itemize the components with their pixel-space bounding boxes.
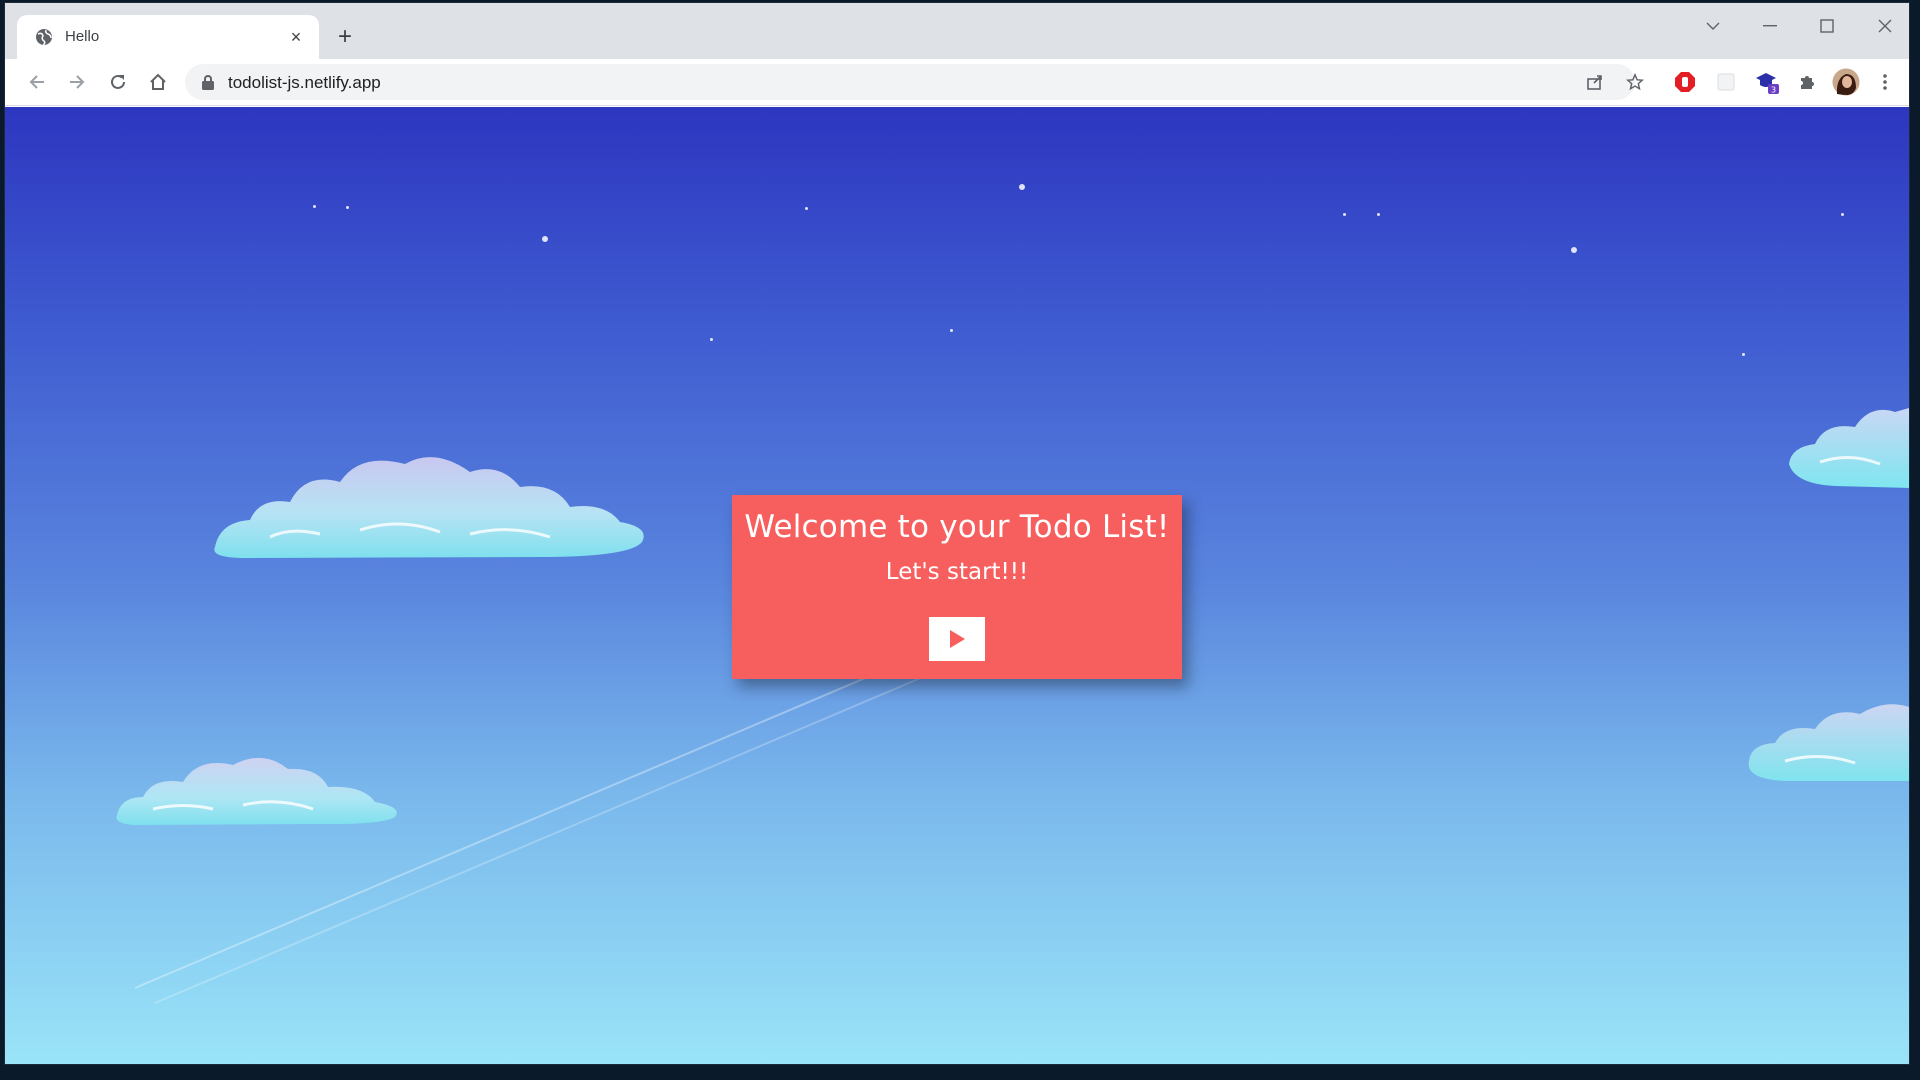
star [1019,184,1025,190]
globe-icon [36,29,52,46]
contrail-line [154,658,966,1004]
browser-menu-icon[interactable] [1870,67,1900,97]
tab-title: Hello [65,28,100,45]
star [542,236,548,242]
minimize-icon[interactable] [1750,11,1790,41]
address-bar[interactable]: todolist-js.netlify.app [185,64,1635,100]
extension-badge: 3 [1771,86,1776,95]
browser-window: Hello × + todolist-js.netlify.app 3 Welc… [5,3,1909,1064]
welcome-card: Welcome to your Todo List! Let's start!!… [732,495,1182,679]
close-window-icon[interactable] [1865,11,1905,41]
tab-hello[interactable]: Hello × [17,15,319,59]
browser-toolbar: todolist-js.netlify.app 3 [5,59,1909,106]
star [1571,247,1577,253]
bookmark-star-icon[interactable] [1620,67,1650,97]
maximize-icon[interactable] [1807,11,1847,41]
star [710,338,713,341]
welcome-subheading: Let's start!!! [885,559,1029,585]
play-icon [950,630,965,648]
welcome-heading: Welcome to your Todo List! [744,509,1170,545]
home-icon[interactable] [143,67,173,97]
star [1742,353,1745,356]
adblock-extension-icon[interactable] [1670,67,1700,97]
cloud [1748,704,1909,781]
tab-close-icon[interactable]: × [283,24,309,50]
graduation-extension-icon[interactable]: 3 [1752,67,1782,97]
back-icon[interactable] [22,67,52,97]
new-tab-button[interactable]: + [329,21,361,53]
profile-avatar[interactable] [1831,67,1861,97]
forward-icon[interactable] [62,67,92,97]
lock-icon [202,75,214,90]
star [1377,213,1380,216]
blank-extension-icon[interactable] [1711,67,1741,97]
url-text: todolist-js.netlify.app [228,73,381,92]
cloud [214,457,644,558]
start-button[interactable] [929,617,985,661]
star [346,206,349,209]
star [1841,213,1844,216]
reload-icon[interactable] [103,67,133,97]
star [1343,213,1346,216]
tab-search-icon[interactable] [1693,11,1733,41]
cloud [1789,408,1909,488]
star [805,207,808,210]
share-icon[interactable] [1580,67,1610,97]
extensions-puzzle-icon[interactable] [1792,67,1822,97]
page-viewport: Welcome to your Todo List! Let's start!!… [5,107,1909,1064]
star [313,205,316,208]
cloud [116,757,397,825]
tab-strip: Hello × + [5,3,1909,59]
star [950,329,953,332]
